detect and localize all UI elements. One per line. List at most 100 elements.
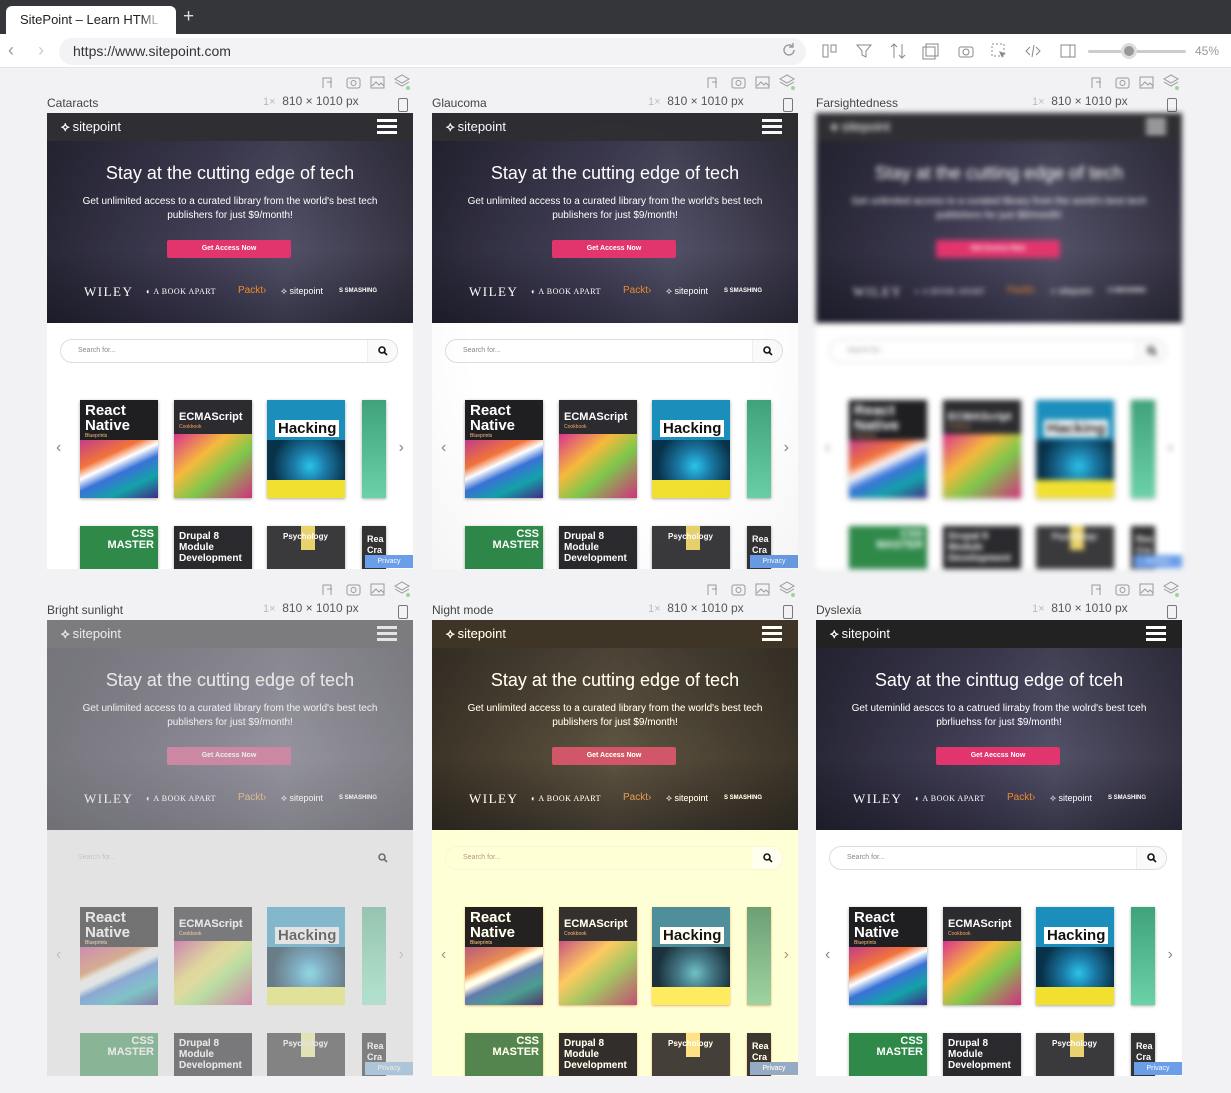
book-hacking[interactable]: Hacking bbox=[267, 907, 345, 1005]
camera-icon[interactable] bbox=[346, 584, 361, 596]
search-button[interactable] bbox=[367, 340, 397, 362]
search-button[interactable] bbox=[367, 847, 397, 869]
privacy-badge[interactable]: Privacy bbox=[750, 555, 798, 568]
book-partial[interactable] bbox=[362, 907, 386, 1005]
carousel-prev-icon[interactable]: ‹ bbox=[441, 439, 446, 457]
layout-icon[interactable] bbox=[1091, 77, 1101, 88]
image-icon[interactable] bbox=[755, 583, 770, 596]
sitepoint-logo[interactable]: ⟡ sitepoint bbox=[446, 626, 506, 642]
book-css-master[interactable]: CSS MASTER bbox=[465, 1033, 543, 1076]
zoom-slider-handle[interactable] bbox=[1121, 43, 1137, 59]
search-input[interactable]: Search for... bbox=[445, 339, 783, 363]
book-drupal[interactable]: Drupal 8 Module Development bbox=[943, 1033, 1021, 1076]
book-react-native[interactable]: React Native Blueprints bbox=[849, 400, 927, 498]
book-react-partial[interactable]: Rea Cra bbox=[362, 1033, 386, 1076]
carousel-next-icon[interactable]: › bbox=[1168, 439, 1173, 457]
get-access-button[interactable]: Get Aeccss Now bbox=[936, 747, 1060, 765]
menu-icon[interactable] bbox=[377, 119, 397, 135]
layout-icon[interactable] bbox=[1091, 584, 1101, 595]
address-bar[interactable]: https://www.sitepoint.com bbox=[59, 38, 806, 65]
menu-icon[interactable] bbox=[762, 626, 782, 642]
device-icon[interactable] bbox=[398, 605, 408, 619]
privacy-badge[interactable]: Privacy bbox=[750, 1062, 798, 1075]
book-hacking[interactable]: Hacking bbox=[652, 907, 730, 1005]
menu-icon[interactable] bbox=[762, 119, 782, 135]
book-psychology[interactable]: Psychology bbox=[1036, 526, 1114, 569]
new-tab-button[interactable]: + bbox=[183, 7, 194, 27]
image-icon[interactable] bbox=[370, 583, 385, 596]
layout-icon[interactable] bbox=[322, 77, 332, 88]
camera-icon[interactable] bbox=[1115, 77, 1130, 89]
browser-tab[interactable]: SitePoint – Learn HTML bbox=[6, 6, 176, 34]
privacy-badge[interactable]: Privacy bbox=[365, 1062, 413, 1075]
get-access-button[interactable]: Get Access Now bbox=[936, 240, 1060, 258]
book-drupal[interactable]: Drupal 8 Module Development bbox=[174, 1033, 252, 1076]
menu-icon[interactable] bbox=[1146, 626, 1166, 642]
carousel-prev-icon[interactable]: ‹ bbox=[56, 439, 61, 457]
book-psychology[interactable]: Psychology bbox=[652, 1033, 730, 1076]
sitepoint-logo[interactable]: ⟡ sitepoint bbox=[61, 119, 121, 135]
search-input[interactable]: Search for... bbox=[60, 846, 398, 870]
layout-icon[interactable] bbox=[821, 42, 839, 60]
sitepoint-logo[interactable]: ⟡ sitepoint bbox=[446, 119, 506, 135]
search-button[interactable] bbox=[1136, 847, 1166, 869]
carousel-next-icon[interactable]: › bbox=[1168, 946, 1173, 964]
carousel-prev-icon[interactable]: ‹ bbox=[56, 946, 61, 964]
zoom-slider[interactable] bbox=[1088, 50, 1186, 53]
forward-icon[interactable]: › bbox=[38, 40, 44, 61]
carousel-prev-icon[interactable]: ‹ bbox=[441, 946, 446, 964]
search-input[interactable]: Search for... bbox=[829, 339, 1167, 363]
carousel-next-icon[interactable]: › bbox=[784, 946, 789, 964]
book-react-partial[interactable]: Rea Cra bbox=[747, 526, 771, 569]
privacy-badge[interactable]: Privacy bbox=[1134, 1062, 1182, 1075]
carousel-next-icon[interactable]: › bbox=[399, 946, 404, 964]
carousel-next-icon[interactable]: › bbox=[399, 439, 404, 457]
book-ecmascript[interactable]: ECMAScript Cookbook bbox=[559, 907, 637, 1005]
layers-icon[interactable] bbox=[393, 74, 411, 90]
image-icon[interactable] bbox=[1139, 76, 1154, 89]
screenshot-list-icon[interactable] bbox=[922, 42, 940, 60]
book-css-master[interactable]: CSS MASTER bbox=[849, 526, 927, 569]
reload-icon[interactable] bbox=[780, 41, 798, 59]
device-icon[interactable] bbox=[783, 98, 793, 112]
book-partial[interactable] bbox=[362, 400, 386, 498]
get-access-button[interactable]: Get Access Now bbox=[552, 747, 676, 765]
camera-icon[interactable] bbox=[1115, 584, 1130, 596]
device-icon[interactable] bbox=[783, 605, 793, 619]
book-partial[interactable] bbox=[1131, 907, 1155, 1005]
code-icon[interactable] bbox=[1024, 42, 1042, 60]
book-partial[interactable] bbox=[747, 400, 771, 498]
layers-icon[interactable] bbox=[778, 74, 796, 90]
search-button[interactable] bbox=[752, 340, 782, 362]
book-hacking[interactable]: Hacking bbox=[1036, 907, 1114, 1005]
book-hacking[interactable]: Hacking bbox=[652, 400, 730, 498]
book-css-master[interactable]: CSS MASTER bbox=[80, 526, 158, 569]
book-drupal[interactable]: Drupal 8 Module Development bbox=[559, 1033, 637, 1076]
search-button[interactable] bbox=[1136, 340, 1166, 362]
book-psychology[interactable]: Psychology bbox=[652, 526, 730, 569]
layout-icon[interactable] bbox=[322, 584, 332, 595]
get-access-button[interactable]: Get Access Now bbox=[167, 747, 291, 765]
sort-icon[interactable] bbox=[889, 42, 907, 60]
sidebar-icon[interactable] bbox=[1059, 42, 1077, 60]
camera-icon[interactable] bbox=[731, 584, 746, 596]
image-icon[interactable] bbox=[1139, 583, 1154, 596]
book-react-native[interactable]: React Native Blueprints bbox=[80, 907, 158, 1005]
book-psychology[interactable]: Psychology bbox=[267, 1033, 345, 1076]
book-drupal[interactable]: Drupal 8 Module Development bbox=[559, 526, 637, 569]
sitepoint-logo[interactable]: ⟡ sitepoint bbox=[61, 626, 121, 642]
layers-icon[interactable] bbox=[1162, 581, 1180, 597]
get-access-button[interactable]: Get Access Now bbox=[552, 240, 676, 258]
search-input[interactable]: Search for... bbox=[60, 339, 398, 363]
menu-icon[interactable] bbox=[1146, 119, 1166, 135]
book-ecmascript[interactable]: ECMAScript Cookbook bbox=[943, 907, 1021, 1005]
filter-icon[interactable] bbox=[855, 42, 873, 60]
book-react-native[interactable]: React Native Blueprints bbox=[465, 400, 543, 498]
layers-icon[interactable] bbox=[393, 581, 411, 597]
book-react-native[interactable]: React Native Blueprints bbox=[465, 907, 543, 1005]
book-react-native[interactable]: React Native Blueprints bbox=[849, 907, 927, 1005]
carousel-prev-icon[interactable]: ‹ bbox=[825, 439, 830, 457]
layout-icon[interactable] bbox=[707, 77, 717, 88]
search-button[interactable] bbox=[752, 847, 782, 869]
book-hacking[interactable]: Hacking bbox=[1036, 400, 1114, 498]
